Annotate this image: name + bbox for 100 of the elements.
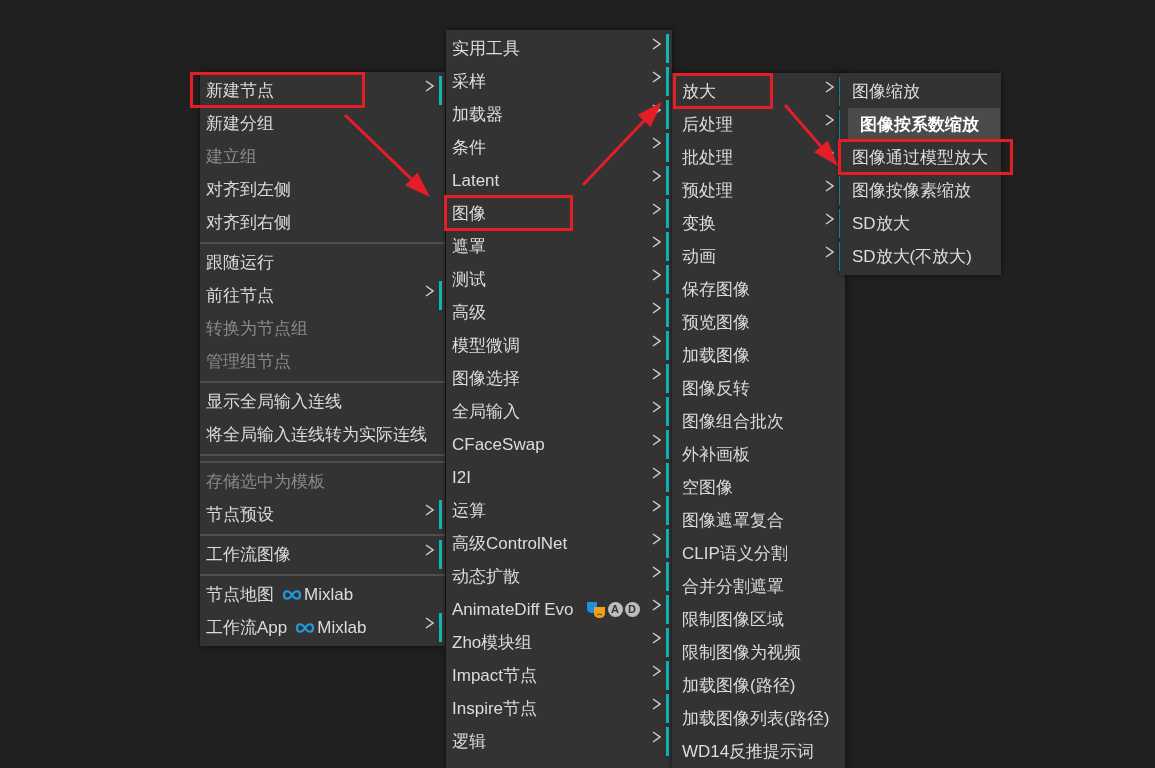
- submenu-indicator: [439, 281, 442, 310]
- menu-item[interactable]: 图像按像素缩放: [840, 174, 1001, 207]
- menu-item[interactable]: 动态扩散: [446, 560, 672, 593]
- chevron-icon: [652, 401, 661, 413]
- menu-item[interactable]: 节点地图 Mixlab: [200, 578, 445, 611]
- menu-item[interactable]: 工作流App Mixlab: [200, 611, 445, 644]
- chevron-icon: [652, 434, 661, 446]
- submenu-indicator: [439, 500, 442, 529]
- menu-item[interactable]: 逻辑: [446, 725, 672, 758]
- menu-item[interactable]: CFaceSwap: [446, 428, 672, 461]
- submenu-indicator: [666, 166, 669, 195]
- menu-item[interactable]: Impact节点: [446, 659, 672, 692]
- menu-item[interactable]: 加载图像: [672, 339, 845, 372]
- chevron-icon: [652, 665, 661, 677]
- menu-item[interactable]: 预览图像: [672, 306, 845, 339]
- menu-item[interactable]: 跟随运行: [200, 246, 445, 279]
- menu-item[interactable]: 对齐到右侧: [200, 206, 445, 239]
- submenu-indicator: [666, 661, 669, 690]
- chevron-icon: [425, 617, 434, 629]
- menu-item[interactable]: 限制图像区域: [672, 603, 845, 636]
- submenu-indicator: [666, 232, 669, 261]
- menu-item[interactable]: Zho模块组: [446, 626, 672, 659]
- menu-item[interactable]: 限制图像为视频: [672, 636, 845, 669]
- menu-item[interactable]: 空图像: [672, 471, 845, 504]
- chevron-icon: [652, 533, 661, 545]
- chevron-icon: [425, 544, 434, 556]
- submenu-indicator: [666, 628, 669, 657]
- submenu-indicator: [666, 331, 669, 360]
- menu-item[interactable]: CLIP语义分割: [672, 537, 845, 570]
- chevron-icon: [825, 114, 834, 126]
- chevron-icon: [825, 180, 834, 192]
- menu-item[interactable]: 新建节点: [200, 74, 445, 107]
- menu-item[interactable]: 保存图像: [672, 273, 845, 306]
- menu-item[interactable]: 测试: [446, 263, 672, 296]
- menu-item[interactable]: 图像: [446, 197, 672, 230]
- submenu-indicator: [666, 364, 669, 393]
- submenu-indicator: [666, 34, 669, 63]
- menu-item[interactable]: WD14反推提示词: [672, 735, 845, 768]
- menu-item[interactable]: 图像选择: [446, 362, 672, 395]
- menu-item[interactable]: 模型微调: [446, 329, 672, 362]
- menu-item[interactable]: 显示全局输入连线: [200, 385, 445, 418]
- submenu-indicator: [666, 727, 669, 756]
- submenu-indicator: [666, 595, 669, 624]
- menu-item[interactable]: 运算: [446, 494, 672, 527]
- chevron-icon: [652, 698, 661, 710]
- menu-item[interactable]: 外补画板: [672, 438, 845, 471]
- chevron-icon: [652, 632, 661, 644]
- chevron-icon: [652, 38, 661, 50]
- menu-item[interactable]: 合并分割遮罩: [672, 570, 845, 603]
- chevron-icon: [652, 467, 661, 479]
- brand-label: Mixlab: [304, 583, 354, 606]
- menu-item[interactable]: 实用工具: [446, 32, 672, 65]
- chevron-icon: [652, 500, 661, 512]
- menu-item[interactable]: 前往节点: [200, 279, 445, 312]
- submenu-indicator: [666, 496, 669, 525]
- chevron-icon: [652, 302, 661, 314]
- menu-item[interactable]: 全局输入: [446, 395, 672, 428]
- chevron-icon: [652, 731, 661, 743]
- menu-item[interactable]: AnimateDiff Evo A D: [446, 593, 672, 626]
- chevron-icon: [652, 335, 661, 347]
- annotation-arrow: [783, 104, 838, 166]
- menu-item[interactable]: 遮罩: [446, 230, 672, 263]
- menu-item[interactable]: 图像遮罩复合: [672, 504, 845, 537]
- submenu-indicator: [666, 397, 669, 426]
- chevron-icon: [825, 246, 834, 258]
- menu-item[interactable]: SD放大: [840, 207, 1001, 240]
- letter-badge: A: [607, 602, 623, 617]
- menu-item[interactable]: 图像组合批次: [672, 405, 845, 438]
- menu-item[interactable]: 节点预设: [200, 498, 445, 531]
- menu-item[interactable]: 条件: [446, 131, 672, 164]
- submenu-indicator: [666, 100, 669, 129]
- chevron-icon: [425, 285, 434, 297]
- menu-item[interactable]: SD放大(不放大): [840, 240, 1001, 273]
- menu-item[interactable]: I2I: [446, 461, 672, 494]
- menu-item[interactable]: 高级: [446, 296, 672, 329]
- chevron-icon: [652, 203, 661, 215]
- chevron-icon: [825, 213, 834, 225]
- menu-item[interactable]: 将全局输入连线转为实际连线: [200, 418, 445, 451]
- infinity-icon: [282, 589, 302, 600]
- chevron-icon: [825, 81, 834, 93]
- chevron-icon: [652, 170, 661, 182]
- submenu-indicator: [666, 133, 669, 162]
- menu-item[interactable]: 对齐到左侧: [200, 173, 445, 206]
- chevron-icon: [425, 80, 434, 92]
- chevron-icon: [652, 566, 661, 578]
- submenu-indicator: [439, 76, 442, 105]
- menu-item[interactable]: Latent: [446, 164, 672, 197]
- submenu-indicator: [666, 430, 669, 459]
- menu-item[interactable]: 图像按系数缩放: [848, 108, 1000, 141]
- menu-item[interactable]: 新建分组: [200, 107, 445, 140]
- menu-item[interactable]: 加载图像列表(路径): [672, 702, 845, 735]
- menu-item[interactable]: 高级ControlNet: [446, 527, 672, 560]
- menu-item[interactable]: 采样: [446, 65, 672, 98]
- chevron-icon: [652, 368, 661, 380]
- submenu-indicator: [439, 540, 442, 569]
- menu-item[interactable]: Inspire节点: [446, 692, 672, 725]
- submenu-indicator: [666, 463, 669, 492]
- menu-item[interactable]: 图像反转: [672, 372, 845, 405]
- menu-item[interactable]: 加载图像(路径): [672, 669, 845, 702]
- menu-item[interactable]: 工作流图像: [200, 538, 445, 571]
